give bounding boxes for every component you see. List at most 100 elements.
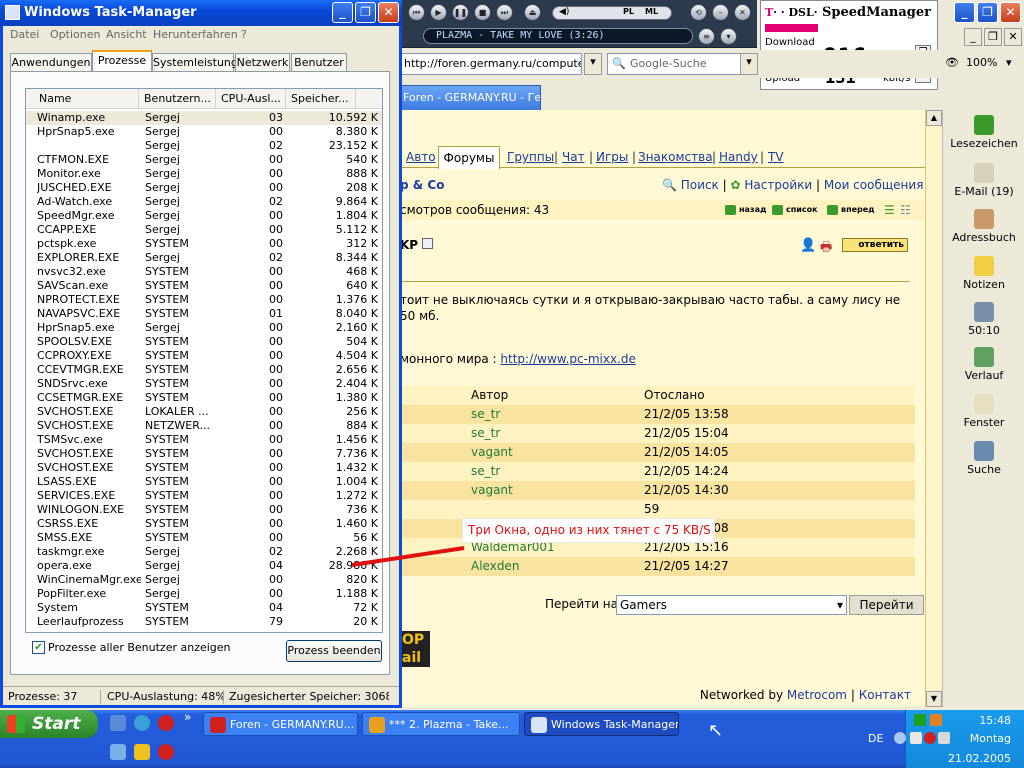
- nav-tv[interactable]: TV: [768, 150, 784, 164]
- process-row[interactable]: JUSCHED.EXE Sergej 00 208 K: [26, 181, 382, 195]
- metrocom-link[interactable]: Metrocom: [787, 688, 847, 702]
- pl-button[interactable]: PL: [623, 7, 634, 16]
- sidebar-item[interactable]: E-Mail (19): [943, 163, 1024, 198]
- task-manager-titlebar[interactable]: Windows Task-Manager _ ❐ ✕: [0, 0, 402, 26]
- process-row[interactable]: Winamp.exe Sergej 03 10.592 K: [26, 111, 382, 125]
- quicklaunch-ie-icon[interactable]: [134, 715, 150, 731]
- quicklaunch-desktop-icon[interactable]: [110, 715, 126, 731]
- column-user[interactable]: Benutzern...: [139, 89, 216, 109]
- process-row[interactable]: TSMSvc.exe SYSTEM 00 1.456 K: [26, 433, 382, 447]
- process-row[interactable]: NAVAPSVC.EXE SYSTEM 01 8.040 K: [26, 307, 382, 321]
- tab-processes[interactable]: Prozesse: [92, 50, 152, 72]
- minimize-icon[interactable]: _: [332, 2, 353, 23]
- menu-file[interactable]: Datei: [10, 26, 39, 44]
- quicklaunch-opera-icon[interactable]: [158, 715, 174, 731]
- process-row[interactable]: CCEVTMGR.EXE SYSTEM 00 2.656 K: [26, 363, 382, 377]
- options-icon[interactable]: ▾: [720, 28, 737, 45]
- zoom-control[interactable]: 👁 100% ▾: [942, 53, 1022, 75]
- process-row[interactable]: taskmgr.exe Sergej 02 2.268 K: [26, 545, 382, 559]
- scroll-down-icon[interactable]: ▼: [926, 691, 942, 707]
- reply-row[interactable]: vagant 21/2/05 14:05: [400, 443, 915, 462]
- process-row[interactable]: EXPLORER.EXE Sergej 02 8.344 K: [26, 251, 382, 265]
- process-row[interactable]: SVCHOST.EXE SYSTEM 00 7.736 K: [26, 447, 382, 461]
- minimize-icon[interactable]: –: [712, 4, 729, 21]
- minimize-icon[interactable]: _: [954, 2, 975, 23]
- reply-row[interactable]: Alexden 21/2/05 14:27: [400, 557, 915, 576]
- prev-icon[interactable]: ⏮: [408, 4, 425, 21]
- process-row[interactable]: SMSS.EXE SYSTEM 00 56 K: [26, 531, 382, 545]
- reply-author[interactable]: vagant: [471, 481, 513, 500]
- reply-button[interactable]: ответить: [842, 238, 908, 252]
- close-icon[interactable]: ✕: [1000, 2, 1021, 23]
- process-row[interactable]: HprSnap5.exe Sergej 00 8.380 K: [26, 125, 382, 139]
- menu-options[interactable]: Optionen: [50, 26, 100, 44]
- back-button[interactable]: назад: [725, 204, 766, 216]
- reply-row[interactable]: se_tr 21/2/05 14:24: [400, 462, 915, 481]
- process-row[interactable]: CTFMON.EXE Sergej 00 540 K: [26, 153, 382, 167]
- taskbar-task[interactable]: Windows Task-Manager: [524, 712, 679, 736]
- reply-row[interactable]: se_tr 21/2/05 15:04: [400, 424, 915, 443]
- pause-icon[interactable]: ❚❚: [452, 4, 469, 21]
- scroll-up-icon[interactable]: ▲: [926, 110, 942, 126]
- quicklaunch-network-icon[interactable]: [110, 744, 126, 760]
- goto-button[interactable]: Перейти: [849, 595, 924, 615]
- process-row[interactable]: SPOOLSV.EXE SYSTEM 00 504 K: [26, 335, 382, 349]
- print-icon[interactable]: 🖶: [820, 238, 832, 260]
- reply-author[interactable]: se_tr: [471, 405, 500, 424]
- volume-slider[interactable]: ◀) PL ML: [552, 6, 672, 20]
- column-name[interactable]: Name: [34, 89, 139, 109]
- tab-users[interactable]: Benutzer: [291, 53, 347, 72]
- forward-button[interactable]: вперед: [827, 204, 875, 216]
- tab-applications[interactable]: Anwendungen: [10, 53, 92, 72]
- reply-row[interactable]: se_tr 21/2/05 13:58: [400, 405, 915, 424]
- reply-author[interactable]: vagant: [471, 443, 513, 462]
- doc-restore-icon[interactable]: ❐: [984, 28, 1002, 46]
- doc-minimize-icon[interactable]: _: [964, 28, 982, 46]
- reply-row[interactable]: vagant 21/2/05 14:30: [400, 481, 915, 500]
- maximize-icon[interactable]: ❐: [355, 2, 376, 23]
- list-button[interactable]: список: [772, 204, 818, 216]
- user-icon[interactable]: 👤: [800, 238, 816, 253]
- sidebar-item[interactable]: Fenster: [943, 394, 1024, 429]
- address-input[interactable]: http://foren.germany.ru/computer/t/2: [400, 53, 582, 75]
- language-indicator[interactable]: DE: [868, 732, 883, 745]
- menu-view[interactable]: Ansicht: [106, 26, 147, 44]
- show-all-checkbox[interactable]: ✔: [32, 641, 45, 654]
- search-link[interactable]: Поиск: [681, 178, 719, 192]
- menu-help[interactable]: ?: [241, 26, 247, 44]
- reply-author[interactable]: Alexden: [471, 557, 519, 576]
- sidebar-item[interactable]: Suche: [943, 441, 1024, 476]
- tab-performance[interactable]: Systemleistung: [152, 53, 238, 72]
- process-row[interactable]: Ad-Watch.exe Sergej 02 9.864 K: [26, 195, 382, 209]
- stop-icon[interactable]: ■: [474, 4, 491, 21]
- end-process-button[interactable]: Prozess beenden: [286, 640, 382, 662]
- doc-close-icon[interactable]: ✕: [1004, 28, 1022, 46]
- nav-dating[interactable]: Знакомства: [638, 150, 713, 164]
- process-row[interactable]: HprSnap5.exe Sergej 00 2.160 K: [26, 321, 382, 335]
- nav-chat[interactable]: Чат: [562, 150, 585, 164]
- process-row[interactable]: SAVScan.exe SYSTEM 00 640 K: [26, 279, 382, 293]
- nav-games[interactable]: Игры: [596, 150, 628, 164]
- clock[interactable]: 15:48 Montag 21.02.2005: [906, 713, 1024, 766]
- reply-row[interactable]: 59: [400, 500, 915, 519]
- process-row[interactable]: pctspk.exe SYSTEM 00 312 K: [26, 237, 382, 251]
- process-row[interactable]: SVCHOST.EXE NETZWER... 00 884 K: [26, 419, 382, 433]
- process-list[interactable]: Name Benutzern... CPU-Ausl... Speicher..…: [25, 88, 383, 633]
- sidebar-item[interactable]: Notizen: [943, 256, 1024, 291]
- reply-author[interactable]: se_tr: [471, 424, 500, 443]
- process-row[interactable]: SVCHOST.EXE SYSTEM 00 1.432 K: [26, 461, 382, 475]
- process-row[interactable]: WINLOGON.EXE SYSTEM 00 736 K: [26, 503, 382, 517]
- sidebar-item[interactable]: Verlauf: [943, 347, 1024, 382]
- nav-forums-tab[interactable]: Форумы: [438, 146, 500, 169]
- column-memory[interactable]: Speicher...: [286, 89, 356, 109]
- process-row[interactable]: LSASS.EXE SYSTEM 00 1.004 K: [26, 475, 382, 489]
- contact-link[interactable]: Контакт: [859, 688, 911, 702]
- process-row[interactable]: PopFilter.exe Sergej 00 1.188 K: [26, 587, 382, 601]
- ml-button[interactable]: ML: [645, 7, 658, 16]
- process-row[interactable]: WinCinemaMgr.exe Sergej 00 820 K: [26, 573, 382, 587]
- reply-author[interactable]: se_tr: [471, 462, 500, 481]
- process-row[interactable]: CCPROXY.EXE SYSTEM 00 4.504 K: [26, 349, 382, 363]
- chevron-down-icon[interactable]: ▾: [740, 53, 758, 75]
- close-icon[interactable]: ✕: [378, 2, 399, 23]
- banner-fragment[interactable]: OP ail: [400, 631, 430, 667]
